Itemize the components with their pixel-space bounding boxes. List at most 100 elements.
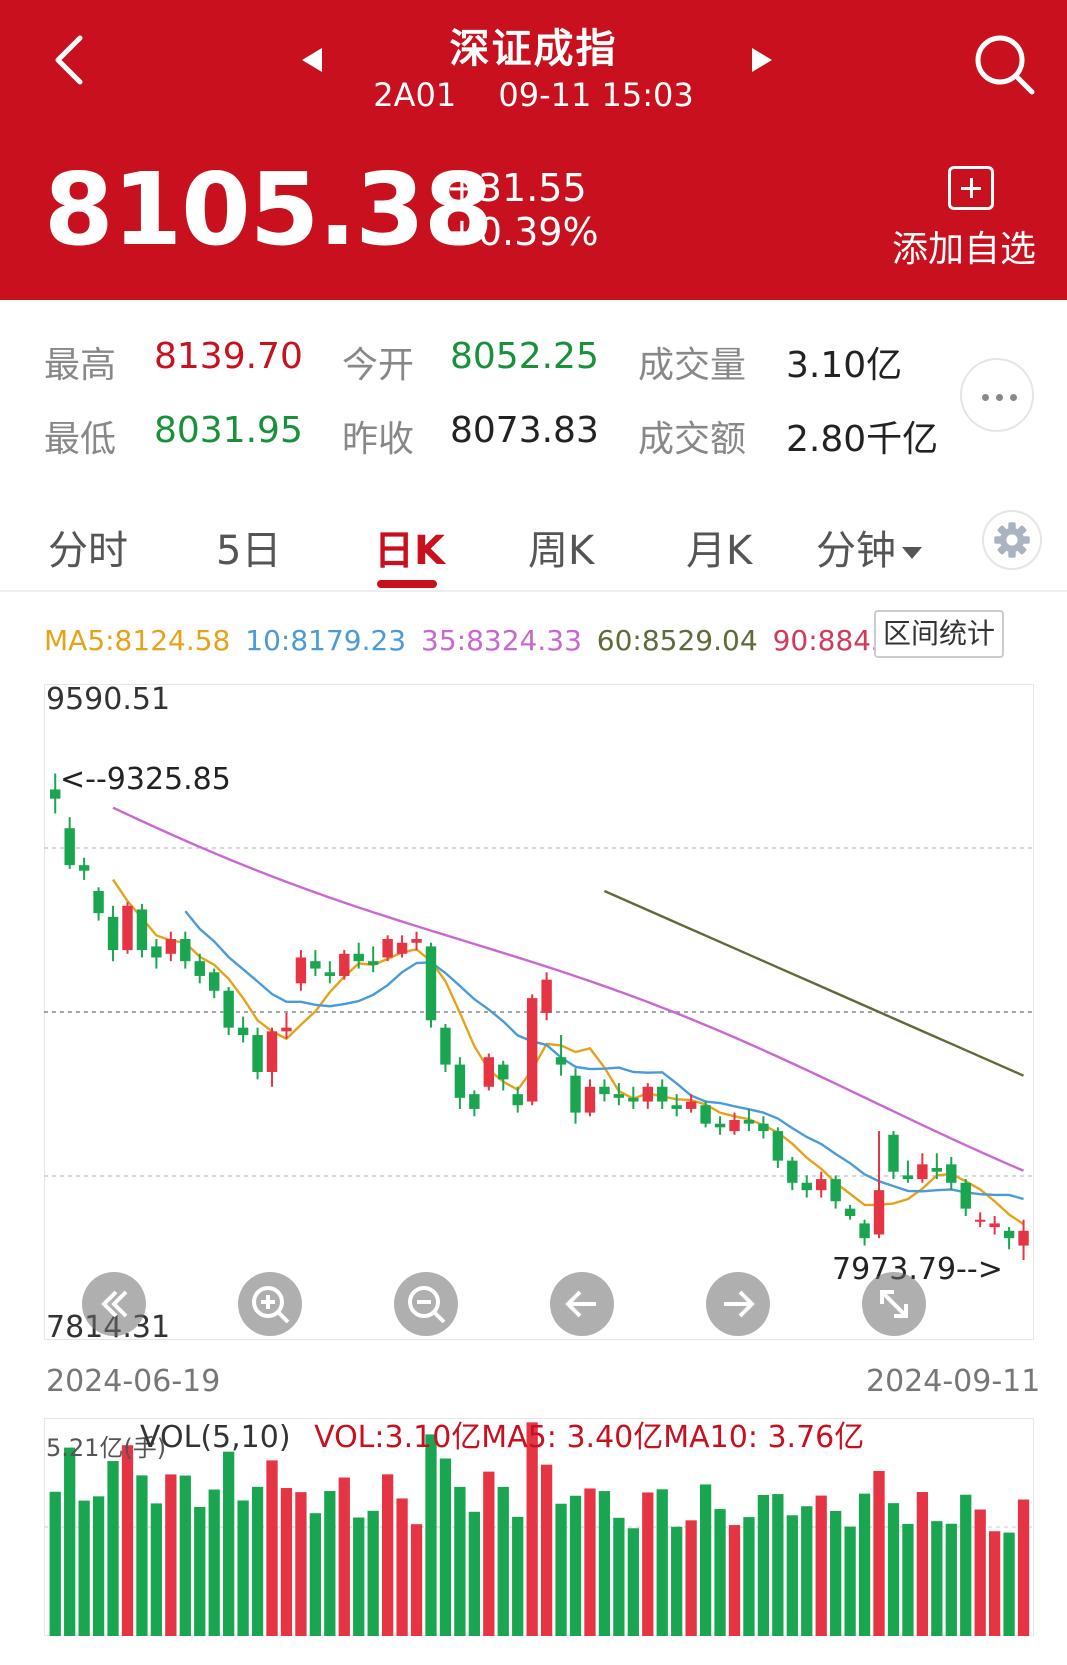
candle-body	[743, 1119, 755, 1124]
candle-body	[888, 1134, 899, 1172]
scroll-left-icon[interactable]	[550, 1272, 614, 1336]
quote-stats: 最高 8139.70 今开 8052.25 成交量 3.10亿 最低 8031.…	[0, 300, 1067, 470]
tab-intraday[interactable]: 分时	[48, 518, 128, 576]
low-label: 最低	[44, 419, 117, 460]
candle-body	[295, 957, 307, 984]
volume-bar	[136, 1475, 148, 1636]
candle-body	[107, 916, 119, 951]
change-value: +31.55	[446, 166, 587, 210]
candle-body	[931, 1168, 943, 1172]
index-subtitle: 2A01 09-11 15:03	[0, 76, 1067, 114]
rewind-icon[interactable]	[82, 1272, 146, 1336]
volume-bar	[353, 1517, 365, 1636]
volume-bar	[584, 1488, 596, 1636]
volume-bar	[237, 1500, 249, 1636]
gear-icon[interactable]	[982, 510, 1042, 570]
candle-body	[50, 789, 61, 799]
date-start: 2024-06-19	[46, 1364, 221, 1399]
candle-body	[223, 990, 234, 1028]
volume-bar	[194, 1506, 206, 1636]
candle-body	[555, 1057, 567, 1065]
zoom-in-icon[interactable]	[238, 1272, 302, 1336]
candle-body	[396, 942, 408, 954]
tab-monthly-k[interactable]: 月K	[686, 518, 752, 576]
add-watchlist-button[interactable]: 添加自选	[892, 220, 1036, 272]
volume-bar	[338, 1477, 350, 1636]
tab-minute[interactable]: 分钟	[816, 518, 922, 576]
tab-daily-k[interactable]: 日K	[374, 518, 445, 576]
candle-body	[136, 909, 148, 951]
candle-body	[78, 865, 90, 871]
candle-body	[209, 972, 220, 991]
volume-bar	[656, 1489, 668, 1636]
volume-bar	[324, 1491, 336, 1636]
volume-label: 成交量	[638, 345, 747, 386]
candle-body	[873, 1190, 885, 1235]
candle-body	[584, 1086, 596, 1113]
candle-body	[411, 939, 422, 943]
zoom-out-icon[interactable]	[394, 1272, 458, 1336]
candle-body	[440, 1027, 451, 1065]
candle-body	[570, 1075, 581, 1113]
candle-body	[902, 1175, 914, 1180]
volume-bar	[887, 1503, 900, 1636]
volume-bar	[1017, 1499, 1030, 1636]
candle-body	[194, 961, 205, 976]
volume-bar	[801, 1506, 813, 1636]
scroll-right-icon[interactable]	[706, 1272, 770, 1336]
next-index-arrow-icon[interactable]	[752, 48, 772, 72]
candle-body	[599, 1086, 610, 1095]
candle-body	[816, 1179, 827, 1191]
candle-body	[339, 953, 350, 976]
search-icon[interactable]	[970, 30, 1040, 100]
volume-bar	[844, 1526, 856, 1636]
candle-body	[469, 1094, 480, 1109]
candle-body	[425, 946, 437, 1021]
candle-body	[526, 998, 538, 1102]
volume-bar	[974, 1509, 986, 1636]
low-value: 8031.95	[154, 410, 303, 451]
more-icon[interactable]	[960, 358, 1034, 432]
tab-5day[interactable]: 5日	[216, 518, 281, 576]
volume-bar	[92, 1496, 105, 1636]
high-value: 8139.70	[154, 336, 303, 377]
candle-body	[946, 1164, 957, 1183]
candle-body	[685, 1101, 697, 1109]
volume-bar	[743, 1517, 755, 1636]
candle-body	[93, 891, 104, 914]
candle-body	[367, 961, 379, 965]
volume-bar	[165, 1474, 177, 1636]
candle-body	[989, 1223, 1000, 1228]
quote-header: 深证成指 2A01 09-11 15:03 8105.38 +31.55 +0.…	[0, 0, 1067, 300]
volume-bar	[49, 1491, 61, 1636]
candle-body	[772, 1131, 784, 1161]
page-title: 深证成指	[449, 26, 618, 72]
candle-body	[729, 1119, 740, 1132]
candle-body	[483, 1057, 495, 1087]
volume-bar	[945, 1523, 957, 1636]
volume-bar	[858, 1493, 871, 1636]
candle-body	[454, 1064, 466, 1098]
candle-body	[353, 953, 364, 962]
volume-bar	[107, 1461, 119, 1636]
volume-bar	[425, 1434, 437, 1636]
volume-bar	[598, 1491, 611, 1636]
candle-body	[237, 1027, 249, 1036]
tab-weekly-k[interactable]: 周K	[528, 518, 594, 576]
range-stats-button[interactable]: 区间统计	[874, 610, 1004, 658]
candle-body	[844, 1208, 856, 1217]
volume-bar	[280, 1488, 293, 1636]
active-tab-indicator	[377, 580, 437, 588]
volume-bar	[714, 1509, 726, 1636]
volume-bar	[815, 1495, 827, 1636]
volume-values: VOL:3.10亿MA5: 3.40亿MA10: 3.76亿	[314, 1420, 865, 1455]
candle-body	[714, 1123, 726, 1128]
volume-bar	[410, 1524, 423, 1636]
fullscreen-icon[interactable]	[862, 1272, 926, 1336]
volume-bar	[642, 1492, 654, 1636]
tab-minute-label: 分钟	[816, 528, 896, 574]
add-watchlist-icon[interactable]	[948, 166, 994, 210]
candle-body	[657, 1086, 668, 1102]
candle-body	[64, 828, 75, 866]
volume-value: 3.10亿	[786, 345, 903, 386]
